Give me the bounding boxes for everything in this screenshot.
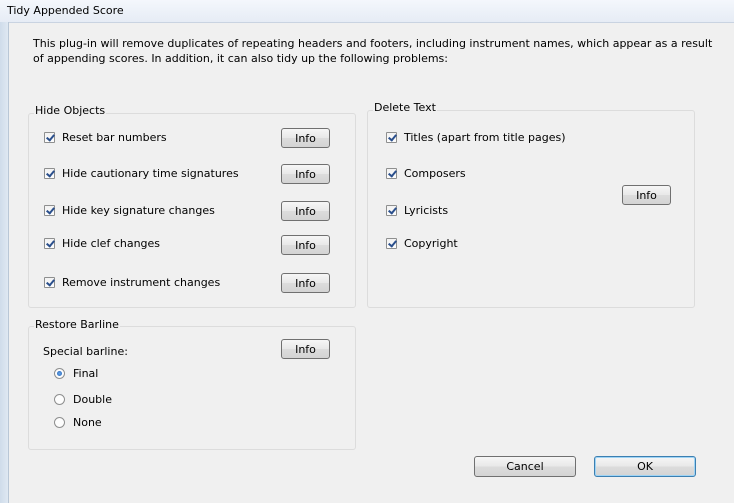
title-bar[interactable]: Tidy Appended Score <box>0 0 734 23</box>
radio-none[interactable]: None <box>54 416 102 429</box>
checkbox-reset-bar-numbers[interactable]: Reset bar numbers <box>44 131 167 144</box>
info-button-reset-bar-numbers[interactable]: Info <box>281 128 330 148</box>
radio-label: Final <box>73 367 99 380</box>
checkbox-remove-instrument-changes[interactable]: Remove instrument changes <box>44 276 220 289</box>
radio-selected-icon[interactable] <box>54 368 65 379</box>
ok-button[interactable]: OK <box>594 456 696 477</box>
checkbox-icon[interactable] <box>386 168 397 179</box>
window-title: Tidy Appended Score <box>7 4 124 17</box>
dialog-window: Tidy Appended Score This plug-in will re… <box>0 0 734 503</box>
checkbox-lyricists[interactable]: Lyricists <box>386 204 448 217</box>
checkbox-icon[interactable] <box>44 168 55 179</box>
checkbox-icon[interactable] <box>386 205 397 216</box>
checkbox-label: Reset bar numbers <box>62 131 167 144</box>
radio-final[interactable]: Final <box>54 367 98 380</box>
checkbox-label: Composers <box>404 167 466 180</box>
info-button-restore-barline[interactable]: Info <box>281 339 330 359</box>
delete-text-legend: Delete Text <box>373 101 437 114</box>
checkbox-label: Hide key signature changes <box>62 204 215 217</box>
window-frame-edge <box>0 22 9 503</box>
hide-objects-legend: Hide Objects <box>34 104 107 117</box>
special-barline-label: Special barline: <box>43 345 128 358</box>
checkbox-label: Hide cautionary time signatures <box>62 167 239 180</box>
checkbox-composers[interactable]: Composers <box>386 167 466 180</box>
checkbox-copyright[interactable]: Copyright <box>386 237 458 250</box>
radio-label: None <box>73 416 102 429</box>
intro-text: This plug-in will remove duplicates of r… <box>33 37 713 65</box>
checkbox-icon[interactable] <box>44 277 55 288</box>
radio-double[interactable]: Double <box>54 393 112 406</box>
info-button-hide-cautionary-time-signatures[interactable]: Info <box>281 164 330 184</box>
checkbox-label: Remove instrument changes <box>62 276 221 289</box>
checkbox-hide-clef-changes[interactable]: Hide clef changes <box>44 237 160 250</box>
info-button-delete-text[interactable]: Info <box>622 185 671 205</box>
checkbox-hide-key-signature-changes[interactable]: Hide key signature changes <box>44 204 215 217</box>
info-button-hide-clef-changes[interactable]: Info <box>281 235 330 255</box>
info-button-hide-key-signature-changes[interactable]: Info <box>281 201 330 221</box>
checkbox-icon[interactable] <box>386 238 397 249</box>
checkbox-titles[interactable]: Titles (apart from title pages) <box>386 131 565 144</box>
checkbox-label: Hide clef changes <box>62 237 161 250</box>
radio-icon[interactable] <box>54 394 65 405</box>
checkbox-label: Lyricists <box>404 204 449 217</box>
checkbox-icon[interactable] <box>44 205 55 216</box>
info-button-remove-instrument-changes[interactable]: Info <box>281 273 330 293</box>
checkbox-icon[interactable] <box>386 132 397 143</box>
checkbox-hide-cautionary-time-signatures[interactable]: Hide cautionary time signatures <box>44 167 239 180</box>
radio-label: Double <box>73 393 112 406</box>
radio-icon[interactable] <box>54 417 65 428</box>
checkbox-icon[interactable] <box>44 132 55 143</box>
checkbox-label: Titles (apart from title pages) <box>404 131 566 144</box>
restore-barline-legend: Restore Barline <box>34 318 120 331</box>
cancel-button[interactable]: Cancel <box>474 456 576 477</box>
checkbox-icon[interactable] <box>44 238 55 249</box>
checkbox-label: Copyright <box>404 237 458 250</box>
